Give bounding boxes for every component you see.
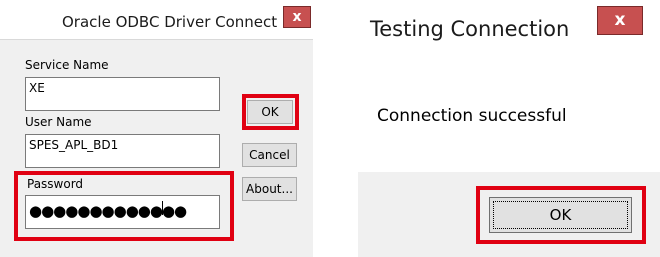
user-name-input[interactable]: SPES_APL_BD1 [25,134,220,168]
service-name-label: Service Name [25,58,109,72]
password-highlight-box [14,171,234,241]
testing-dialog-title: Testing Connection [370,17,570,41]
cancel-button[interactable]: Cancel [242,143,297,167]
ok-highlight-box [242,94,299,130]
close-icon[interactable]: x [283,6,311,28]
about-button[interactable]: About... [242,177,297,201]
close-icon[interactable]: x [597,6,643,35]
connection-status-message: Connection successful [377,106,567,126]
test-ok-highlight-box [476,186,646,244]
service-name-input[interactable]: XE [25,77,220,111]
odbc-dialog-title: Oracle ODBC Driver Connect [62,13,278,31]
user-name-label: User Name [25,115,92,129]
